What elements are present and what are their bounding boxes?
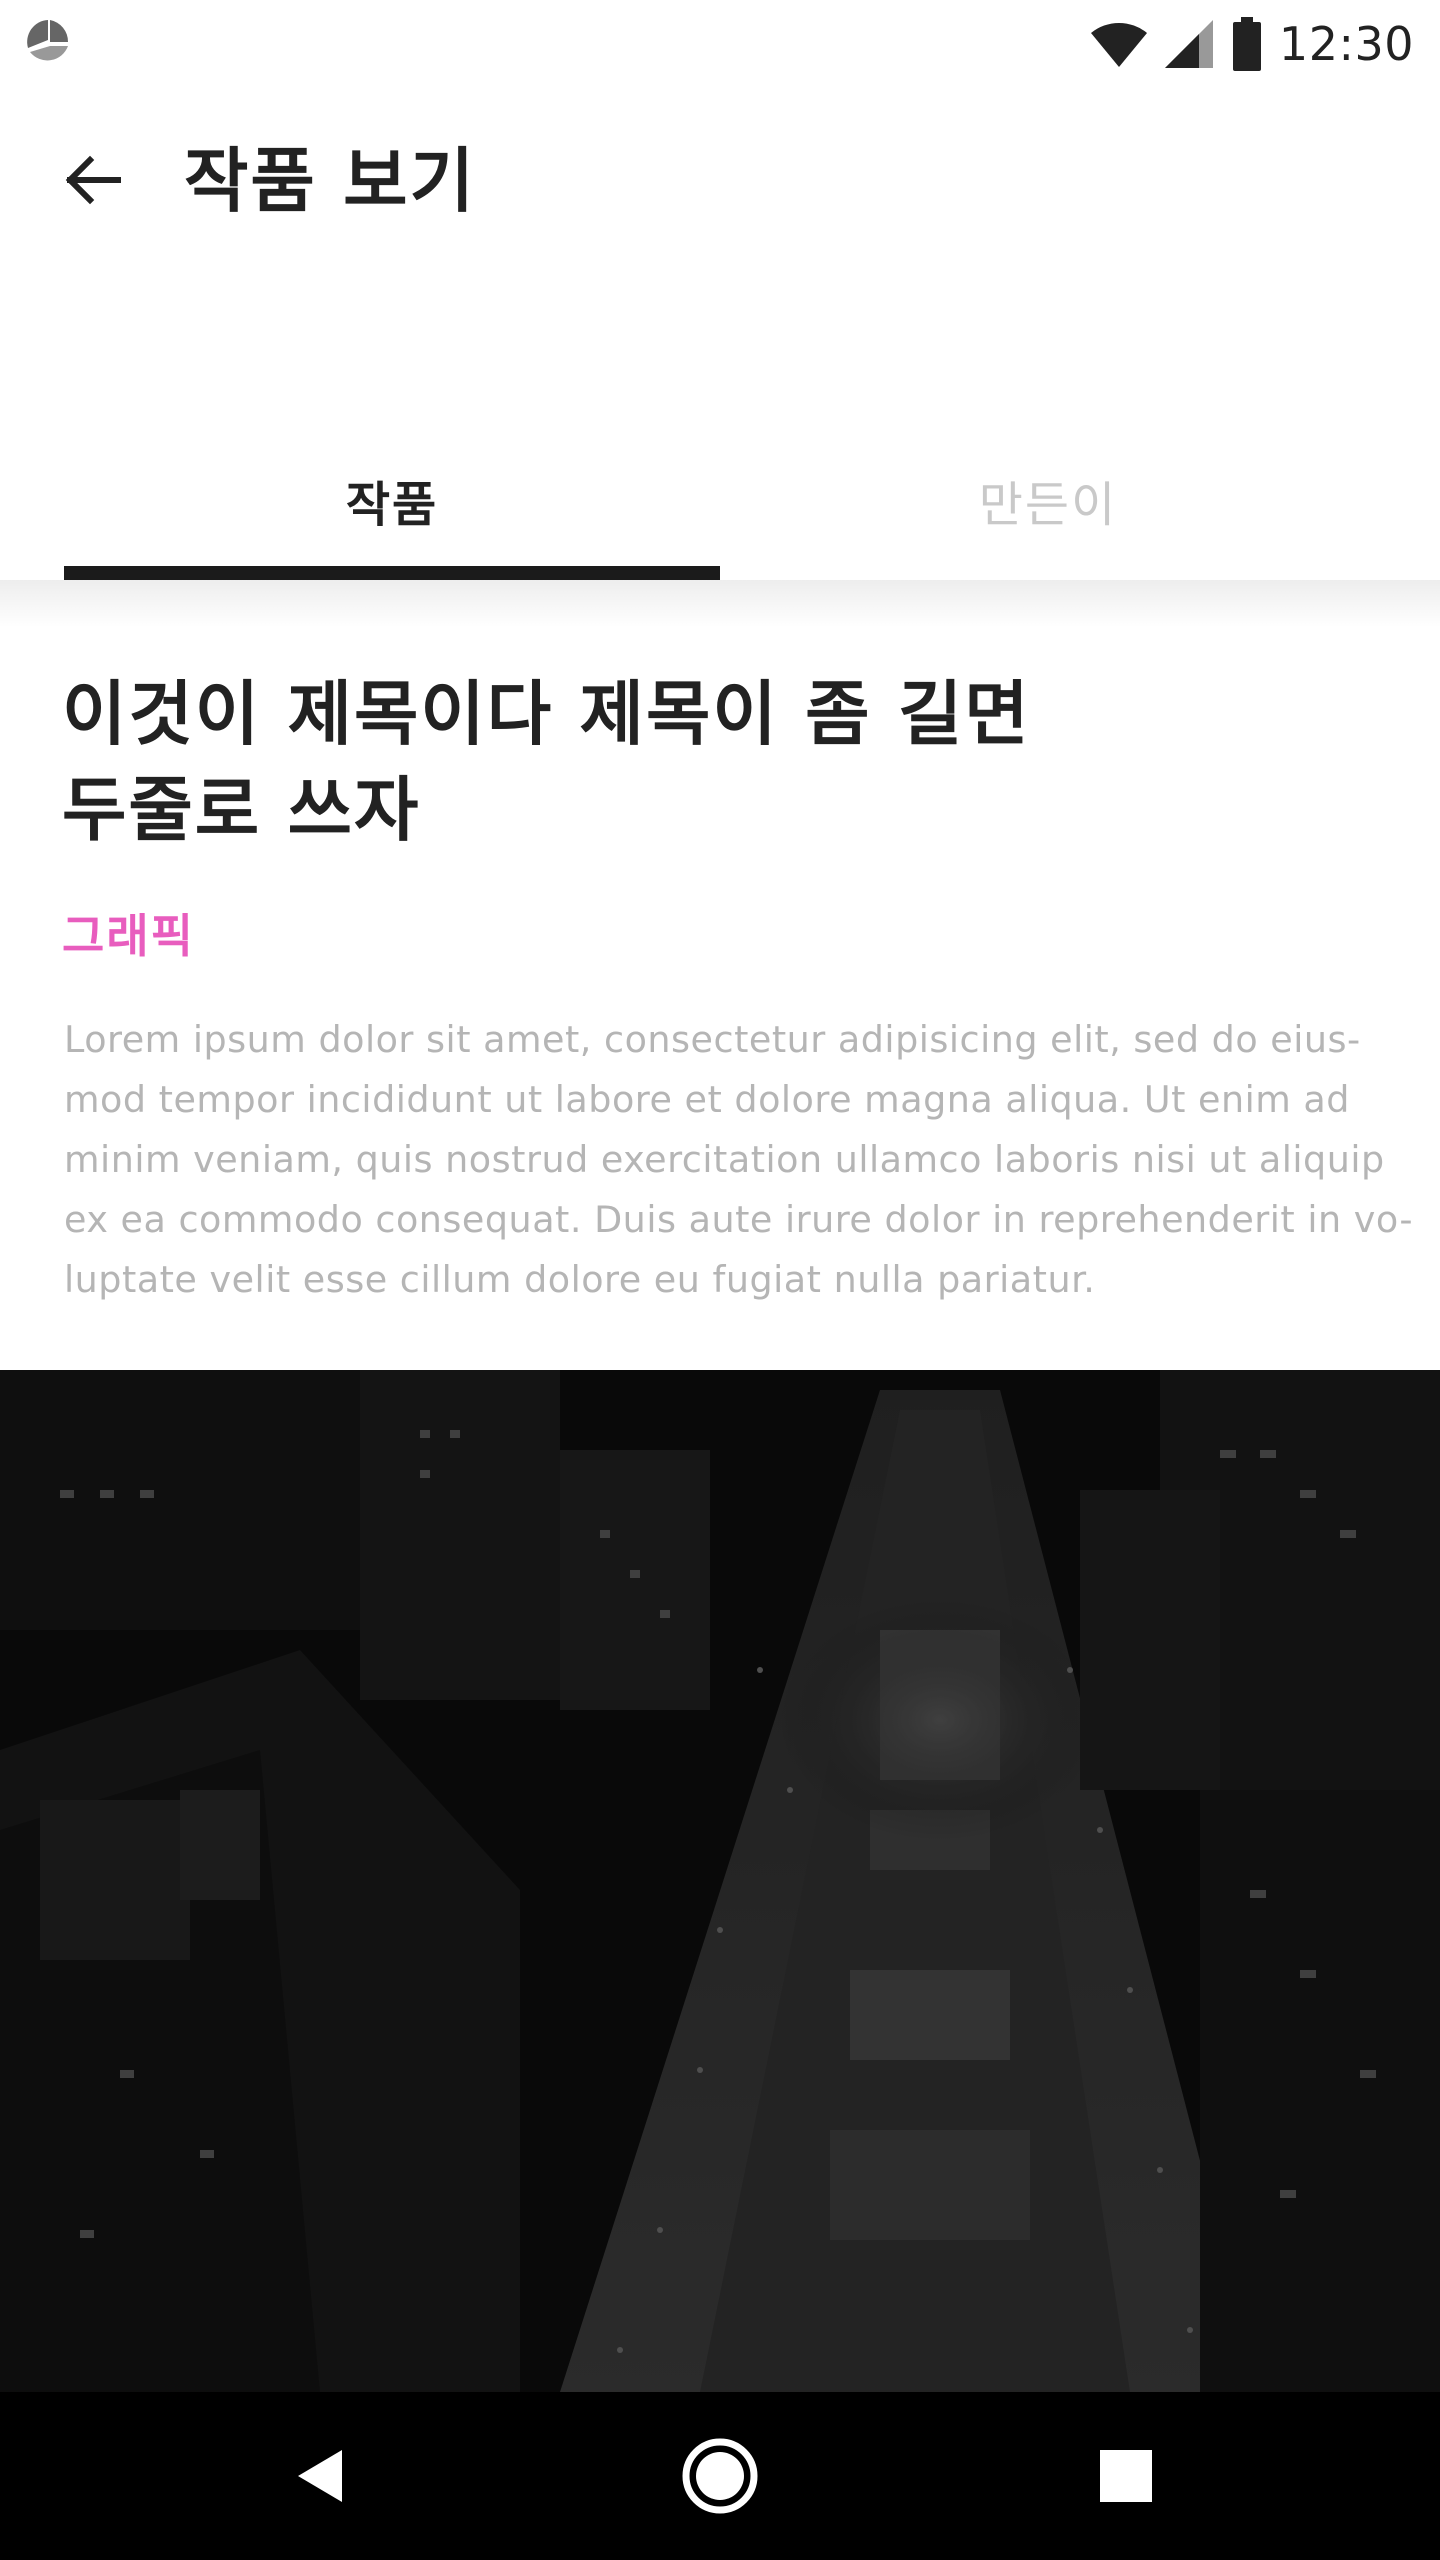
description-line: Lorem ipsum dolor sit amet, consectetur … (64, 1018, 1361, 1061)
status-time: 12:30 (1278, 17, 1414, 71)
tab-maker-label: 만든이 (978, 477, 1118, 533)
back-button[interactable] (52, 140, 132, 220)
work-description: Lorem ipsum dolor sit amet, consectetur … (64, 1010, 1413, 1310)
nav-recents-icon (1100, 2450, 1152, 2502)
tab-maker[interactable]: 만든이 (720, 420, 1376, 580)
tab-bar: 작품 만든이 (0, 420, 1440, 580)
app-bar: 작품 보기 (0, 90, 1440, 270)
signal-icon (1164, 20, 1213, 68)
wifi-icon (1090, 22, 1147, 67)
work-title-line: 두줄로 쓰자 (62, 769, 421, 851)
tab-works[interactable]: 작품 (64, 420, 720, 580)
app-notification-icon (27, 20, 69, 61)
work-title-line: 이것이 제목이다 제목이 좀 길면 (62, 673, 1031, 755)
nav-home-button[interactable] (670, 2426, 770, 2526)
arrow-left-icon (65, 155, 121, 205)
work-content: 이것이 제목이다 제목이 좀 길면 두줄로 쓰자 그래픽 Lorem ipsum… (0, 580, 1440, 1370)
work-title: 이것이 제목이다 제목이 좀 길면 두줄로 쓰자 (62, 666, 1162, 858)
tab-indicator (64, 566, 720, 580)
description-line: minim veniam, quis nostrud exercitation … (64, 1138, 1385, 1181)
nav-home-icon (682, 2438, 758, 2514)
page-title: 작품 보기 (184, 140, 476, 222)
screen: 12:30 작품 보기 작품 만든이 이것이 제목이다 제목이 좀 길면 두줄로… (0, 0, 1440, 2560)
work-category: 그래픽 (62, 909, 195, 963)
nav-back-button[interactable] (270, 2426, 370, 2526)
status-bar: 12:30 (0, 0, 1440, 90)
tab-shadow (0, 580, 1440, 628)
description-line: luptate velit esse cillum dolore eu fugi… (64, 1258, 1096, 1301)
nav-back-icon (298, 2450, 342, 2502)
battery-icon (1232, 17, 1261, 71)
work-image (0, 1370, 1440, 2392)
system-nav-bar (0, 2392, 1440, 2560)
status-icons: 12:30 (1089, 14, 1414, 74)
description-line: mod tempor incididunt ut labore et dolor… (64, 1078, 1350, 1121)
tab-works-label: 작품 (345, 477, 439, 533)
description-line: ex ea commodo consequat. Duis aute irure… (64, 1198, 1413, 1241)
night-city-aerial-photo (0, 1370, 1440, 2392)
nav-recents-button[interactable] (1076, 2426, 1176, 2526)
